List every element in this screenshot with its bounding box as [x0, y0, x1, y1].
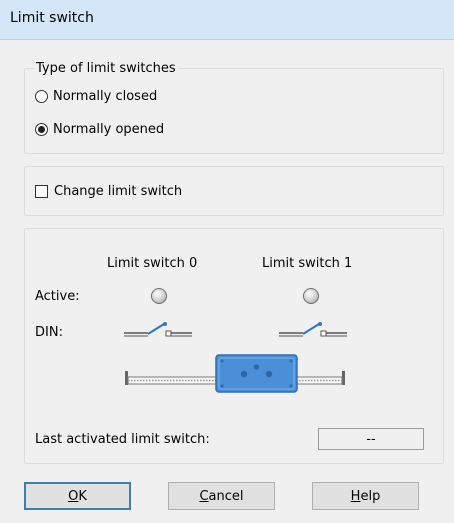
last-activated-label: Last activated limit switch:	[35, 432, 210, 447]
limit-switch-0-din-switch-icon	[124, 322, 192, 337]
help-button-label: elp	[360, 488, 381, 504]
radio-normally-opened[interactable]: Normally opened	[35, 122, 164, 137]
type-group-title: Type of limit switches	[34, 61, 178, 76]
change-limit-switch-label: Change limit switch	[54, 184, 183, 199]
limit-switch-0-label: Limit switch 0	[107, 256, 198, 271]
ok-button[interactable]: OK	[24, 482, 131, 510]
change-limit-switch-box[interactable]	[35, 185, 48, 198]
radio-normally-closed-circle[interactable]	[35, 90, 48, 103]
ok-button-label: K	[78, 488, 87, 504]
ok-button-mnemonic: O	[68, 488, 79, 504]
radio-normally-opened-circle[interactable]	[35, 123, 48, 136]
cancel-button-mnemonic: C	[199, 488, 209, 504]
radio-normally-closed-label: Normally closed	[53, 89, 158, 104]
help-button-mnemonic: H	[350, 488, 361, 504]
radio-normally-closed[interactable]: Normally closed	[35, 89, 157, 104]
active-label: Active:	[35, 289, 80, 304]
cancel-button-label: ancel	[208, 488, 244, 504]
help-button[interactable]: Help	[312, 482, 419, 510]
change-limit-switch-checkbox[interactable]: Change limit switch	[35, 184, 182, 199]
limit-switch-0-active-led	[151, 288, 167, 304]
last-activated-value: --	[366, 431, 376, 447]
last-activated-readout: --	[318, 428, 424, 450]
din-label: DIN:	[35, 325, 63, 340]
type-of-limit-switches-group	[24, 68, 444, 154]
window-title: Limit switch	[10, 10, 94, 26]
limit-switch-1-din-switch-icon	[279, 322, 347, 337]
title-bar: Limit switch	[0, 0, 454, 40]
radio-normally-opened-label: Normally opened	[53, 122, 165, 137]
limit-switch-1-label: Limit switch 1	[262, 256, 353, 271]
limit-switch-1-active-led	[303, 288, 319, 304]
linear-axis-illustration	[125, 354, 345, 393]
cancel-button[interactable]: Cancel	[168, 482, 275, 510]
